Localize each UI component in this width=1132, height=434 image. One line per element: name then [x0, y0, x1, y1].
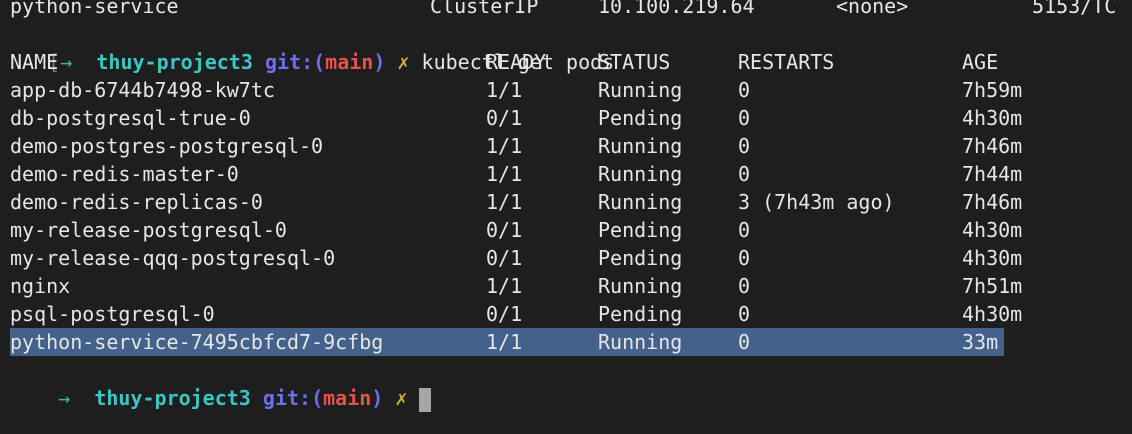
header-ready: READY: [486, 50, 547, 74]
pod-status: Running: [598, 162, 683, 186]
pod-ready: 1/1: [486, 78, 523, 102]
pod-name: psql-postgresql-0: [10, 302, 215, 326]
pod-name: demo-postgres-postgresql-0: [10, 134, 324, 158]
pod-ready: 1/1: [486, 274, 523, 298]
table-row-selected[interactable]: python-service-7495cbfcd7-9cfbg 1/1 Runn…: [10, 328, 998, 356]
pod-ready: 0/1: [486, 218, 523, 242]
service-ports: 5153/TC: [1032, 0, 1117, 18]
header-status: STATUS: [598, 50, 671, 74]
pod-restarts: 0: [738, 78, 751, 102]
pod-age: 4h30m: [962, 302, 1023, 326]
pod-ready: 0/1: [486, 302, 523, 326]
pod-name: my-release-postgresql-0: [10, 218, 287, 242]
pod-status: Pending: [598, 302, 683, 326]
pod-restarts: 0: [738, 218, 751, 242]
pod-age: 7h44m: [962, 162, 1023, 186]
header-age: AGE: [962, 50, 999, 74]
pod-name: demo-redis-master-0: [10, 162, 239, 186]
table-row: psql-postgresql-0 0/1 Pending 0 4h30m: [10, 300, 1022, 328]
pod-restarts: 0: [738, 330, 751, 354]
prompt-directory: thuy-project3: [96, 50, 253, 74]
pod-ready: 1/1: [486, 162, 523, 186]
git-close: ): [371, 386, 384, 410]
prompt-line-2[interactable]: → thuy-project3 git:(main) ✗: [10, 356, 432, 412]
arrow-right-icon: →: [58, 386, 71, 410]
table-row: demo-postgres-postgresql-0 1/1 Running 0…: [10, 132, 1022, 160]
pod-ready: 1/1: [486, 330, 523, 354]
git-branch: main: [325, 50, 374, 74]
table-row: app-db-6744b7498-kw7tc 1/1 Running 0 7h5…: [10, 76, 1022, 104]
pod-age: 4h30m: [962, 218, 1023, 242]
table-row: nginx 1/1 Running 0 7h51m: [10, 272, 1022, 300]
git-label: git:(: [264, 50, 326, 74]
pod-restarts: 0: [738, 106, 751, 130]
table-row: my-release-qqq-postgresql-0 0/1 Pending …: [10, 244, 1022, 272]
pod-restarts: 0: [738, 246, 751, 270]
pod-age: 4h30m: [962, 246, 1023, 270]
pod-restarts: 0: [738, 302, 751, 326]
prompt-directory: thuy-project3: [94, 386, 251, 410]
pod-status: Running: [598, 134, 683, 158]
table-row: demo-redis-master-0 1/1 Running 0 7h44m: [10, 160, 1022, 188]
pod-ready: 0/1: [486, 106, 523, 130]
header-name: NAME: [10, 50, 59, 74]
pod-age: 7h46m: [962, 134, 1023, 158]
git-label: git:(: [262, 386, 324, 410]
git-branch: main: [323, 386, 372, 410]
pod-name: app-db-6744b7498-kw7tc: [10, 78, 275, 102]
table-row: my-release-postgresql-0 0/1 Pending 0 4h…: [10, 216, 1022, 244]
x-mark-icon: ✗: [397, 50, 410, 74]
service-output-line: python-service ClusterIP 10.100.219.64 <…: [10, 0, 1116, 20]
block-cursor[interactable]: [419, 387, 432, 412]
pod-name: my-release-qqq-postgresql-0: [10, 246, 336, 270]
arrow-right-icon: →: [60, 50, 73, 74]
pod-status: Running: [598, 78, 683, 102]
pod-age: 7h51m: [962, 274, 1023, 298]
pod-status: Running: [598, 274, 683, 298]
pod-age: 7h46m: [962, 190, 1023, 214]
table-row: demo-redis-replicas-0 1/1 Running 3 (7h4…: [10, 188, 1022, 216]
pod-ready: 1/1: [486, 190, 523, 214]
terminal-window[interactable]: python-service ClusterIP 10.100.219.64 <…: [0, 0, 1132, 434]
table-row: db-postgresql-true-0 0/1 Pending 0 4h30m: [10, 104, 1022, 132]
prompt-line-1: [→ thuy-project3 git:(main) ✗ kubectl ge…: [0, 20, 614, 74]
service-name: python-service: [10, 0, 179, 18]
pod-age: 33m: [962, 330, 999, 354]
service-cluster-ip: 10.100.219.64: [598, 0, 755, 18]
table-header: NAME READY STATUS RESTARTS AGE: [10, 48, 998, 76]
pod-status: Pending: [598, 218, 683, 242]
pod-age: 4h30m: [962, 106, 1023, 130]
pod-name: python-service-7495cbfcd7-9cfbg: [10, 330, 384, 354]
pod-restarts: 3 (7h43m ago): [738, 190, 895, 214]
pod-age: 7h59m: [962, 78, 1023, 102]
pod-restarts: 0: [738, 134, 751, 158]
pod-status: Pending: [598, 246, 683, 270]
service-external-ip: <none>: [836, 0, 909, 18]
pod-restarts: 0: [738, 274, 751, 298]
pod-ready: 1/1: [486, 134, 523, 158]
service-type: ClusterIP: [430, 0, 539, 18]
git-close: ): [373, 50, 386, 74]
pod-name: db-postgresql-true-0: [10, 106, 251, 130]
pod-name: nginx: [10, 274, 71, 298]
pod-status: Running: [598, 330, 683, 354]
pod-name: demo-redis-replicas-0: [10, 190, 263, 214]
x-mark-icon: ✗: [395, 386, 408, 410]
header-restarts: RESTARTS: [738, 50, 835, 74]
pod-status: Pending: [598, 106, 683, 130]
pod-restarts: 0: [738, 162, 751, 186]
pod-ready: 0/1: [486, 246, 523, 270]
pod-status: Running: [598, 190, 683, 214]
